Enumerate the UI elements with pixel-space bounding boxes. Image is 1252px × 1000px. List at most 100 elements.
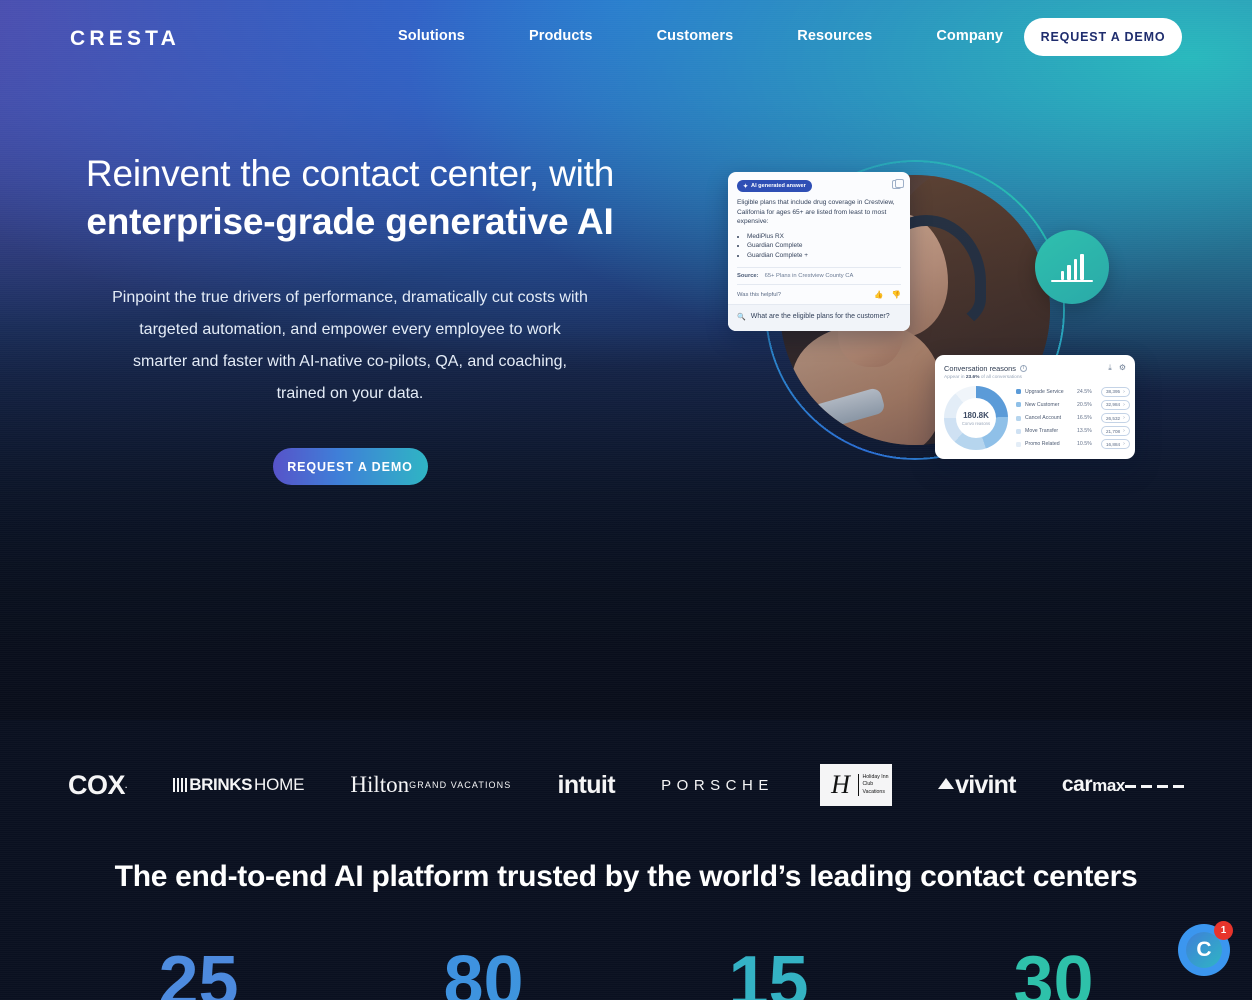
feedback-prompt: Was this helpful? — [737, 291, 781, 298]
donut-chart: 180.8K Convo reasons — [944, 386, 1008, 450]
legend-swatch — [1016, 428, 1021, 434]
conv-card-title: Conversation reasons — [944, 363, 1016, 373]
ai-feedback-row: Was this helpful? 👍 👎 — [737, 284, 901, 304]
analytics-badge — [1035, 230, 1109, 304]
logo-carmax-car: car — [1061, 773, 1093, 796]
house-icon — [938, 777, 955, 789]
legend-row[interactable]: Promo Related 10.5% 16,884 › — [1016, 439, 1130, 450]
legend-row[interactable]: Cancel Account 16.5% 26,532 › — [1016, 413, 1130, 423]
chevron-right-icon: › — [1123, 441, 1125, 448]
legend-count[interactable]: 32,984 › — [1101, 399, 1130, 410]
logo-carmax: carmax — [1062, 773, 1184, 797]
nav-item-company[interactable]: Company — [936, 28, 1003, 44]
stat-value: 25 — [56, 946, 341, 1000]
stat-item: 80 — [341, 946, 626, 1000]
logo-cox-text: COX — [68, 769, 126, 800]
chat-widget[interactable]: C 1 — [1178, 921, 1233, 976]
platform-section: The end-to-end AI platform trusted by th… — [0, 860, 1252, 1000]
nav-item-solutions[interactable]: Solutions — [398, 28, 465, 44]
legend-count[interactable]: 38,395 › — [1101, 386, 1130, 397]
logo-porsche: PORSCHE — [661, 777, 774, 794]
legend-label: Promo Related — [1025, 441, 1060, 448]
logo-vivint-text: vivint — [955, 770, 1016, 799]
conv-card-header: Conversation reasons i ⤓ ⚙ — [944, 363, 1126, 373]
conv-subtitle-suffix: of all conversations — [980, 375, 1022, 380]
info-icon[interactable]: i — [1019, 364, 1027, 372]
conv-card-subtitle: Appear in 23.6% of all conversations — [944, 375, 1126, 380]
logo-hol-mark: H — [831, 770, 850, 799]
logo-carmax-max: max — [1092, 776, 1125, 795]
copy-icon[interactable] — [892, 179, 904, 189]
conv-card-title-wrap: Conversation reasons i — [944, 364, 1027, 373]
legend-count-value: 16,884 — [1106, 441, 1121, 447]
legend-row[interactable]: Upgrade Service 24.5% 38,395 › — [1016, 386, 1130, 397]
logo-intuit-text: intuit — [557, 770, 616, 799]
hero-headline: Reinvent the contact center, with enterp… — [0, 150, 700, 246]
donut-center: 180.8K Convo reasons — [944, 386, 1008, 450]
legend-label: Move Transfer — [1025, 428, 1059, 435]
sparkle-icon: ✦ — [743, 183, 749, 190]
bar-chart-icon — [1051, 254, 1093, 282]
conv-card-body: 180.8K Convo reasons Upgrade Service 24.… — [944, 386, 1130, 450]
logo-brinks-home: BRINKS HOME — [172, 775, 304, 795]
legend-count[interactable]: 16,884 › — [1101, 439, 1130, 450]
stat-value: 15 — [626, 946, 911, 1000]
ai-answer-item: Guardian Complete + — [747, 251, 901, 261]
chevron-right-icon: › — [1123, 388, 1125, 395]
hero-subtext: Pinpoint the true drivers of performance… — [112, 289, 588, 402]
download-icon[interactable]: ⤓ — [1108, 363, 1112, 373]
legend-count-value: 38,395 — [1106, 389, 1121, 395]
header-request-demo-button[interactable]: REQUEST A DEMO — [1024, 18, 1182, 56]
stats-row: 25 80 15 30 — [0, 946, 1252, 1000]
source-value[interactable]: 65+ Plans in Crestview County CA — [765, 273, 854, 279]
hero-headline-line2: enterprise-grade generative AI — [86, 201, 614, 242]
site-header: CRESTA Solutions Products Customers Reso… — [0, 0, 1252, 76]
chevron-right-icon: › — [1123, 401, 1125, 408]
hero-headline-line1: Reinvent the contact center, with — [85, 153, 615, 194]
feedback-buttons: 👍 👎 — [874, 290, 901, 299]
legend-count[interactable]: 26,532 › — [1101, 413, 1130, 423]
cresta-logo[interactable]: CRESTA — [70, 27, 180, 51]
hero-illustration: ✦ AI generated answer Eligible plans tha… — [700, 140, 1170, 520]
legend-percent: 16.5% — [1077, 415, 1092, 421]
nav-item-resources[interactable]: Resources — [797, 28, 872, 44]
logo-hol-line2: Club — [862, 781, 874, 788]
hero-content: Reinvent the contact center, with enterp… — [0, 150, 700, 485]
ai-answer-card: ✦ AI generated answer Eligible plans tha… — [728, 172, 910, 331]
hero-request-demo-button[interactable]: REQUEST A DEMO — [272, 448, 428, 485]
chat-unread-badge: 1 — [1214, 921, 1233, 940]
stat-item: 25 — [56, 946, 341, 1000]
search-icon: 🔍 — [737, 313, 746, 321]
legend-label: Cancel Account — [1025, 415, 1062, 421]
logo-intuit: intuit — [557, 770, 616, 800]
ai-answer-body: Eligible plans that include drug coverag… — [737, 199, 895, 225]
nav-item-customers[interactable]: Customers — [657, 28, 734, 44]
logo-vivint: vivint — [938, 771, 1016, 800]
chart-legend: Upgrade Service 24.5% 38,395 › New Custo… — [1016, 386, 1130, 450]
logo-cox-sup: . — [125, 780, 127, 790]
thumbs-up-icon[interactable]: 👍 — [874, 290, 883, 299]
conv-card-actions: ⤓ ⚙ — [1108, 363, 1126, 373]
ai-card-header: ✦ AI generated answer — [737, 179, 904, 192]
platform-title: The end-to-end AI platform trusted by th… — [114, 860, 1138, 893]
brinks-stripes-icon — [172, 778, 188, 792]
stat-item: 15 — [626, 946, 911, 1000]
nav-item-products[interactable]: Products — [529, 28, 593, 44]
conv-subtitle-value: 23.6% — [965, 375, 980, 380]
gear-icon[interactable]: ⚙ — [1119, 363, 1126, 373]
ai-generated-badge: ✦ AI generated answer — [737, 180, 812, 192]
logo-carmax-text: carmax — [1061, 773, 1126, 797]
legend-count[interactable]: 21,708 › — [1101, 426, 1130, 437]
legend-percent: 20.5% — [1077, 401, 1092, 408]
legend-row[interactable]: Move Transfer 13.5% 21,708 › — [1016, 426, 1130, 437]
legend-row[interactable]: New Customer 20.5% 32,984 › — [1016, 399, 1130, 410]
legend-count-value: 21,708 — [1106, 428, 1121, 434]
thumbs-down-icon[interactable]: 👎 — [892, 290, 901, 299]
ai-answer-list: MediPlus RX Guardian Complete Guardian C… — [737, 232, 901, 261]
logo-hilton-text: Hilton — [350, 771, 410, 797]
source-label: Source: — [737, 273, 759, 279]
customer-logo-strip: COX. BRINKS HOME Hilton GRAND VACATIONS … — [0, 730, 1252, 840]
logo-hol-lines: Holiday Inn Club Vacations — [857, 773, 888, 797]
main-nav: Solutions Products Customers Resources C… — [398, 28, 1003, 44]
logo-hilton-sub: GRAND VACATIONS — [409, 780, 512, 791]
